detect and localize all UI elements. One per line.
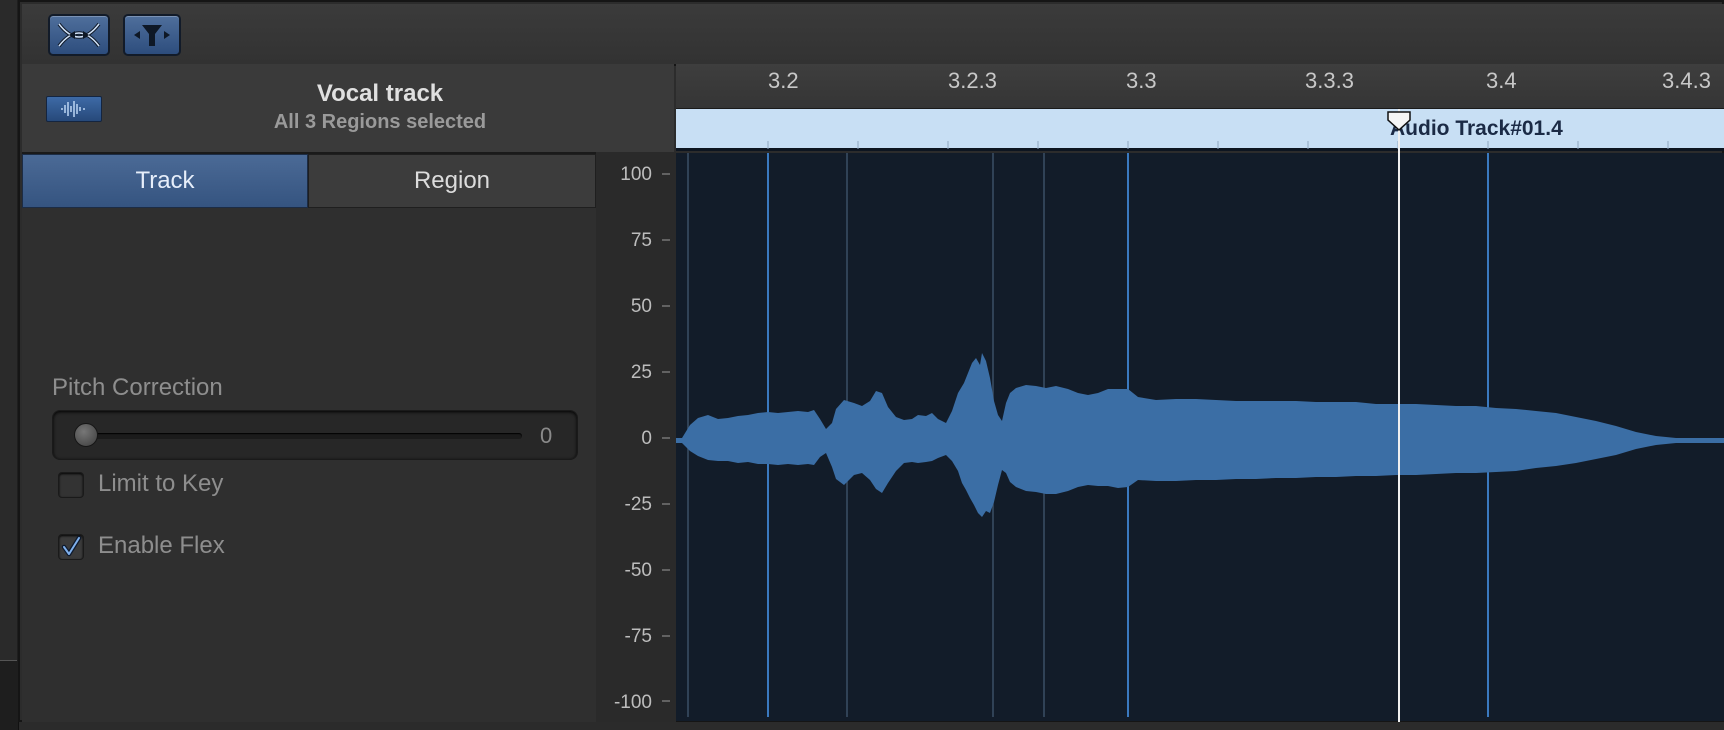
timeline-ruler[interactable] xyxy=(676,64,1724,109)
enable-flex-checkbox[interactable] xyxy=(58,534,84,560)
inspector-tabs: Track Region xyxy=(22,154,596,208)
ruler-tick-label: 3.4.3 xyxy=(1662,68,1711,93)
playhead[interactable] xyxy=(1398,109,1400,722)
ruler-tick-label: 3.4 xyxy=(1486,68,1517,93)
pitch-correction-label: Pitch Correction xyxy=(52,374,223,401)
transient-button[interactable] xyxy=(123,14,181,56)
ruler-tick-label: 3.3 xyxy=(1126,68,1157,93)
limit-to-key-checkbox[interactable] xyxy=(58,472,84,498)
slider-track[interactable] xyxy=(76,433,522,439)
waveform-editor[interactable] xyxy=(676,153,1724,721)
amplitude-axis: 100 75 50 25 0 -25 -50 -75 -100 xyxy=(596,152,676,722)
editor-toolbar xyxy=(22,4,1724,66)
checkmark-icon xyxy=(61,535,82,557)
track-header xyxy=(22,64,674,154)
enable-flex-label: Enable Flex xyxy=(98,532,225,559)
transient-icon xyxy=(134,25,170,46)
pitch-correction-value: 0 xyxy=(540,423,553,448)
tab-track[interactable]: Track xyxy=(22,154,308,208)
region-grid-ticks xyxy=(767,141,1669,149)
ruler-tick-label: 3.2 xyxy=(768,68,799,93)
selection-info: All 3 Regions selected xyxy=(273,111,487,133)
track-inspector-panel xyxy=(22,208,596,722)
ruler-tick-label: 3.3.3 xyxy=(1305,68,1354,93)
slider-knob[interactable] xyxy=(74,423,98,447)
tab-region[interactable]: Region xyxy=(308,154,596,208)
playhead-handle-icon[interactable] xyxy=(1386,110,1412,132)
ruler-tick-label: 3.2.3 xyxy=(948,68,997,93)
amplitude-ticks xyxy=(662,173,670,702)
region-name: Audio Track#01.4 xyxy=(1390,117,1563,140)
flex-icon xyxy=(57,22,101,48)
track-waveform-icon xyxy=(46,96,102,122)
flex-view-button[interactable] xyxy=(48,14,110,56)
left-edge-strip xyxy=(0,0,19,730)
limit-to-key-label: Limit to Key xyxy=(98,470,224,497)
track-title: Vocal track xyxy=(316,80,444,107)
region-header[interactable] xyxy=(676,109,1724,151)
audio-waveform xyxy=(676,153,1724,717)
